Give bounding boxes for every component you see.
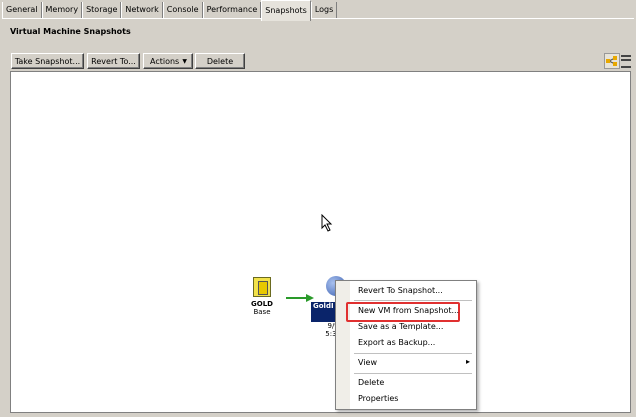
base-node[interactable]: GOLD Base [247,277,277,316]
revert-to-button[interactable]: Revert To... [87,53,140,69]
menu-export-as-backup[interactable]: Export as Backup... [358,338,435,347]
menu-view[interactable]: View [358,358,377,367]
menu-revert-to-snapshot[interactable]: Revert To Snapshot... [358,286,443,295]
base-node-label: Base [253,308,271,316]
menu-new-vm-from-snapshot[interactable]: New VM from Snapshot... [358,306,459,315]
delete-button[interactable]: Delete [195,53,245,69]
vm-base-icon [253,277,271,297]
menu-delete[interactable]: Delete [358,378,384,387]
menu-save-as-template[interactable]: Save as a Template... [358,322,443,331]
actions-label: Actions [150,57,180,66]
page-title: Virtual Machine Snapshots [10,27,131,36]
tab-network[interactable]: Network [121,2,163,18]
base-node-name: GOLD [251,300,273,308]
context-menu: Revert To Snapshot... New VM from Snapsh… [335,280,477,410]
snapshot-canvas[interactable]: GOLD Base GoldI9 9/9, 5:30 [10,71,631,413]
tree-view-icon[interactable] [604,53,620,69]
tab-general[interactable]: General [2,2,42,18]
tab-performance[interactable]: Performance [202,2,262,18]
actions-button[interactable]: Actions ▼ [143,53,193,69]
take-snapshot-button[interactable]: Take Snapshot... [11,53,84,69]
green-arrow-icon [286,294,314,302]
tab-logs[interactable]: Logs [310,2,338,18]
mouse-cursor-icon [321,214,333,232]
list-view-icon[interactable] [621,55,631,68]
dropdown-arrow-icon: ▼ [182,58,187,65]
tab-bar: General Memory Storage Network Console P… [2,0,634,21]
tab-memory[interactable]: Memory [41,2,83,18]
menu-properties[interactable]: Properties [358,394,398,403]
tab-storage[interactable]: Storage [82,2,122,18]
submenu-arrow-icon: ▸ [465,357,470,366]
tab-console[interactable]: Console [162,2,203,18]
tab-snapshots[interactable]: Snapshots [261,0,311,21]
